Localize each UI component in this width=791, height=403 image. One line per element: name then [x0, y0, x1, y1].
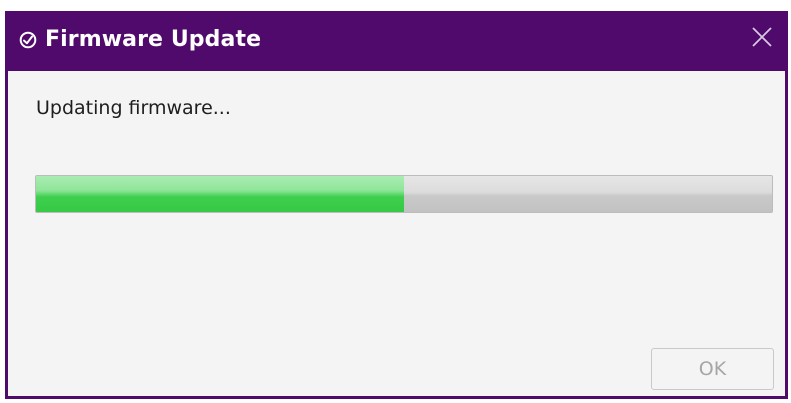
firmware-update-dialog: Firmware Update Updating firmware... OK — [5, 11, 788, 399]
progress-bar-fill — [36, 176, 404, 212]
circle-check-icon — [19, 31, 37, 49]
title-bar[interactable]: Firmware Update — [5, 11, 788, 71]
window-title: Firmware Update — [45, 27, 262, 52]
ok-button[interactable]: OK — [651, 348, 774, 390]
close-button[interactable] — [742, 21, 782, 57]
progress-bar — [35, 175, 773, 213]
status-message: Updating firmware... — [36, 97, 231, 119]
dialog-body: Updating firmware... OK — [8, 71, 785, 396]
close-icon — [751, 26, 773, 52]
